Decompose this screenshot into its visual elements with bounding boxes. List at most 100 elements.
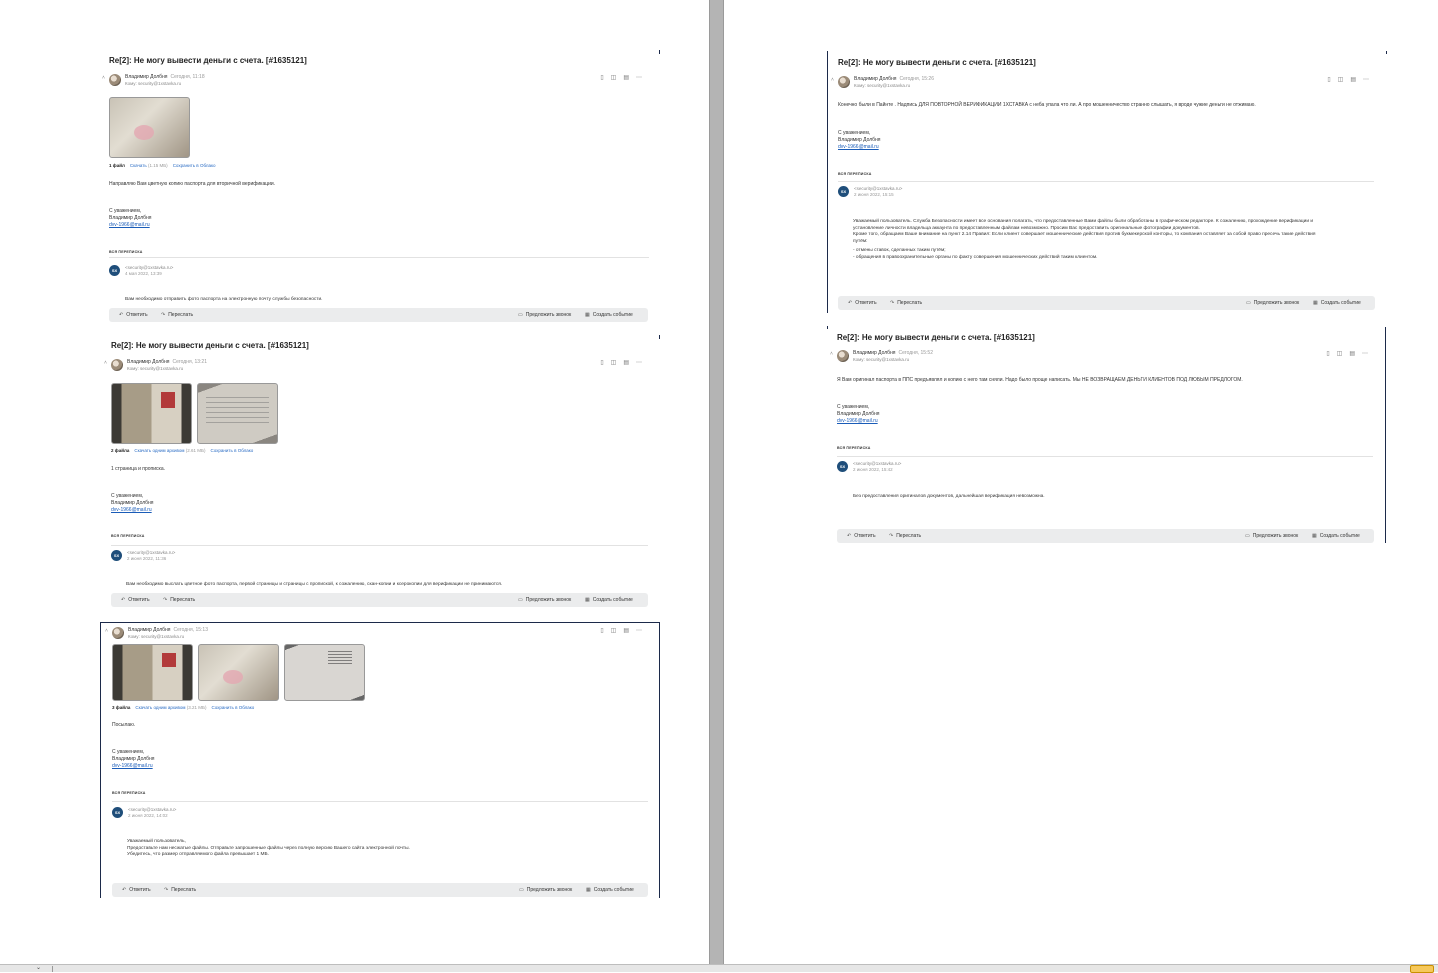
sender-name[interactable]: Владимир Долбня (127, 359, 170, 365)
reply-label: Ответить (126, 312, 148, 318)
reply-icon: ↶ (119, 312, 124, 318)
more-icon[interactable]: ⋯ (636, 75, 649, 81)
forward-button[interactable]: ↷ Переслать (164, 883, 196, 897)
calendar-icon[interactable]: ▤ (1349, 351, 1362, 357)
bookmark-icon[interactable]: ▯ (1327, 77, 1337, 83)
save-to-cloud-link[interactable]: Сохранить в Облако (210, 448, 253, 453)
bookmark-icon[interactable]: ▯ (1326, 351, 1336, 357)
download-link[interactable]: Скачать (130, 163, 147, 168)
attachment-thumbnail[interactable] (198, 644, 279, 701)
files-count: 3 файла (112, 705, 131, 710)
tag-icon[interactable]: ◫ (1338, 77, 1351, 83)
download-link[interactable]: Скачать одним архивом (135, 705, 185, 710)
suggest-call-button[interactable]: ▭ Предложить звонок (1246, 296, 1299, 310)
bookmark-icon[interactable]: ▯ (600, 75, 610, 81)
video-call-icon: ▭ (1245, 533, 1250, 539)
video-call-icon: ▭ (518, 597, 523, 603)
forward-label: Переслать (168, 312, 194, 318)
clip-border (100, 622, 659, 623)
signature-email[interactable]: dvv-1966@mail.ru (112, 763, 153, 769)
tag-icon[interactable]: ◫ (611, 75, 624, 81)
sender-name[interactable]: Владимир Долбня (854, 76, 897, 82)
forward-icon: ↷ (164, 887, 169, 893)
reply-button[interactable]: ↶ Ответить (119, 308, 148, 322)
signature-email[interactable]: dvv-1966@mail.ru (109, 222, 150, 228)
tag-icon[interactable]: ◫ (611, 628, 624, 634)
collapse-icon[interactable]: ˄ (831, 77, 834, 83)
forward-button[interactable]: ↷ Переслать (163, 593, 195, 607)
sender-name[interactable]: Владимир Долбня (853, 350, 896, 356)
create-event-button[interactable]: ▦ Создать событие (586, 883, 634, 897)
tag-icon[interactable]: ◫ (1337, 351, 1350, 357)
quoted-body: Уважаемый пользователь, Предоставьте нам… (127, 839, 410, 859)
sender-name[interactable]: Владимир Долбня (125, 74, 168, 80)
reply-button[interactable]: ↶ Ответить (122, 883, 151, 897)
calendar-icon[interactable]: ▤ (1350, 77, 1363, 83)
divider (109, 257, 649, 258)
attachment-thumbnail[interactable] (284, 644, 365, 701)
save-to-cloud-link[interactable]: Сохранить в Облако (211, 705, 254, 710)
calendar-icon[interactable]: ▤ (623, 360, 636, 366)
attachment-thumbnail[interactable] (109, 97, 190, 158)
create-event-label: Создать событие (592, 597, 633, 603)
tag-icon[interactable]: ◫ (611, 360, 624, 366)
forward-button[interactable]: ↷ Переслать (890, 296, 922, 310)
calendar-icon[interactable]: ▤ (623, 75, 636, 81)
calendar-icon[interactable]: ▤ (623, 628, 636, 634)
message-actions: ▯◫▤⋯ (600, 359, 649, 366)
reply-label: Ответить (128, 597, 150, 603)
email-subject: Re[2]: Не могу вывести деньги с счета. [… (109, 56, 307, 65)
email-subject: Re[2]: Не могу вывести деньги с счета. [… (111, 341, 309, 350)
sender-name[interactable]: Владимир Долбня (128, 627, 171, 633)
collapse-icon[interactable]: ˄ (104, 360, 107, 366)
avatar (837, 350, 849, 362)
create-event-button[interactable]: ▦ Создать событие (1313, 296, 1361, 310)
download-link[interactable]: Скачать одним архивом (134, 448, 184, 453)
quoted-header: SX <security@1xstavka.ru> 2 июня 2022, 1… (111, 550, 411, 564)
attachment-thumbnail[interactable] (197, 383, 278, 444)
signature-email[interactable]: dvv-1966@mail.ru (838, 144, 879, 150)
collapse-icon[interactable]: ˄ (102, 75, 105, 81)
more-icon[interactable]: ⋯ (636, 628, 649, 634)
message-time: Сегодня, 11:18 (170, 74, 205, 80)
forward-button[interactable]: ↷ Переслать (889, 529, 921, 543)
suggest-call-button[interactable]: ▭ Предложить звонок (519, 883, 572, 897)
message-actions: ▯◫▤⋯ (1326, 350, 1375, 357)
save-to-cloud-link[interactable]: Сохранить в Облако (173, 163, 216, 168)
reply-button[interactable]: ↶ Ответить (847, 529, 876, 543)
recipient: Кому: security@1xstavka.ru (125, 81, 182, 86)
suggest-call-button[interactable]: ▭ Предложить звонок (518, 593, 571, 607)
signature: С уважением, Владимир Долбня dvv-1966@ma… (109, 208, 152, 229)
more-icon[interactable]: ⋯ (636, 360, 649, 366)
more-icon[interactable]: ⋯ (1362, 351, 1375, 357)
forward-icon: ↷ (163, 597, 168, 603)
quoted-date: 2 июня 2022, 15:42 (853, 467, 893, 472)
suggest-call-button[interactable]: ▭ Предложить звонок (1245, 529, 1298, 543)
suggest-call-button[interactable]: ▭ Предложить звонок (518, 308, 571, 322)
divider (838, 181, 1374, 182)
more-icon[interactable]: ⋯ (1363, 77, 1376, 83)
attachment-thumbnail[interactable] (112, 644, 193, 701)
signature-email[interactable]: dvv-1966@mail.ru (111, 507, 152, 513)
clip-mark (659, 50, 660, 54)
quoted-header: SX <security@1xstavka.ru> 2 июня 2022, 1… (112, 807, 412, 821)
attachment-thumbnail[interactable] (111, 383, 192, 444)
reply-button[interactable]: ↶ Ответить (121, 593, 150, 607)
create-event-label: Создать событие (592, 312, 633, 318)
bookmark-icon[interactable]: ▯ (600, 628, 610, 634)
reply-button[interactable]: ↶ Ответить (848, 296, 877, 310)
bookmark-icon[interactable]: ▯ (600, 360, 610, 366)
create-event-button[interactable]: ▦ Создать событие (1312, 529, 1360, 543)
create-event-button[interactable]: ▦ Создать событие (585, 593, 633, 607)
signature-email[interactable]: dvv-1966@mail.ru (837, 418, 878, 424)
collapse-icon[interactable]: ˄ (105, 628, 108, 634)
create-event-button[interactable]: ▦ Создать событие (585, 308, 633, 322)
files-count: 2 файла (111, 448, 130, 453)
quoted-line: Убедитесь, что размер отправляемого файл… (127, 852, 269, 857)
forward-button[interactable]: ↷ Переслать (161, 308, 193, 322)
quoted-sender: <security@1xstavka.ru> (854, 186, 903, 191)
collapse-icon[interactable]: ˄ (830, 351, 833, 357)
create-event-label: Создать событие (1319, 533, 1360, 539)
quoted-body: Вам необходимо выслать цветное фото пасп… (126, 582, 503, 587)
chevron-down-icon[interactable]: ⌄ (36, 965, 41, 972)
